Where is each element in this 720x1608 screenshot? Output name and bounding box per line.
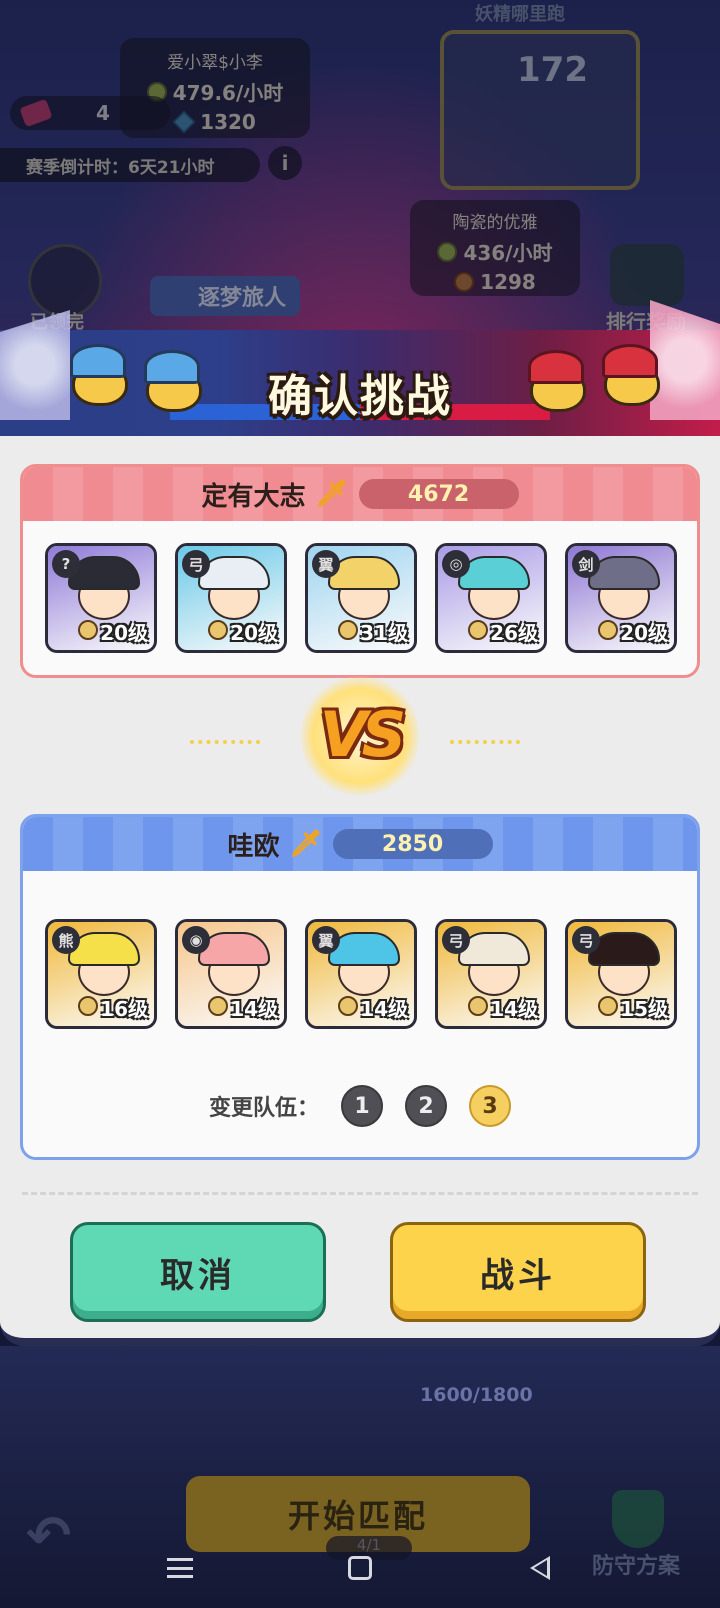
switch-team-label: 变更队伍： bbox=[208, 1096, 319, 1121]
sword-icon: 🗡 bbox=[289, 829, 323, 859]
enemy-hero-card[interactable]: ? 20级 bbox=[45, 543, 157, 653]
spiral-class-icon: ◉ bbox=[182, 926, 210, 954]
enemy-team-panel: 定有大志 🗡 4672 ? 20级 弓 20级 翼 31级 ◎ 26级 剑 20级 bbox=[20, 464, 700, 678]
menu-icon bbox=[167, 1558, 193, 1578]
hero-level: 20级 bbox=[230, 621, 278, 645]
spark-right bbox=[450, 724, 520, 744]
vs-text: VS bbox=[319, 698, 407, 771]
back-icon bbox=[530, 1556, 550, 1580]
enemy-hero-card[interactable]: 剑 20级 bbox=[565, 543, 677, 653]
enemy-team-power: 4672 bbox=[358, 479, 519, 509]
spark-left bbox=[190, 724, 260, 744]
my-hero-card[interactable]: 翼 14级 bbox=[305, 919, 417, 1029]
team-switcher: 变更队伍： 1 2 3 bbox=[23, 1085, 697, 1127]
dashed-divider bbox=[22, 1192, 698, 1195]
my-hero-card[interactable]: 弓 15级 bbox=[565, 919, 677, 1029]
home-icon bbox=[348, 1556, 372, 1580]
mage-class-icon: ◎ bbox=[442, 550, 470, 578]
confirm-challenge-dialog: 定有大志 🗡 4672 ? 20级 弓 20级 翼 31级 ◎ 26级 剑 20级 VS … bbox=[0, 436, 720, 1346]
hero-level: 16级 bbox=[100, 997, 148, 1021]
class-icon: ? bbox=[52, 550, 80, 578]
enemy-hero-card[interactable]: ◎ 26级 bbox=[435, 543, 547, 653]
team-slot-1-button[interactable]: 1 bbox=[341, 1085, 383, 1127]
bow-class-icon: 弓 bbox=[442, 926, 470, 954]
team-slot-3-button[interactable]: 3 bbox=[469, 1085, 511, 1127]
hero-level: 20级 bbox=[620, 621, 668, 645]
hero-level: 14级 bbox=[230, 997, 278, 1021]
enemy-hero-card[interactable]: 翼 31级 bbox=[305, 543, 417, 653]
enemy-hero-card[interactable]: 弓 20级 bbox=[175, 543, 287, 653]
my-hero-row: 熊 16级 ◉ 14级 翼 14级 弓 14级 弓 15级 bbox=[45, 919, 677, 1029]
my-hero-card[interactable]: ◉ 14级 bbox=[175, 919, 287, 1029]
back-nav-button[interactable] bbox=[520, 1548, 560, 1588]
my-team-panel: 哇欧 🗡 2850 熊 16级 ◉ 14级 翼 14级 弓 14级 弓 15级 变更队伍：… bbox=[20, 814, 700, 1160]
bow-class-icon: 弓 bbox=[182, 550, 210, 578]
dialog-title: 确认挑战 bbox=[268, 371, 452, 422]
hero-level: 26级 bbox=[490, 621, 538, 645]
system-nav-bar bbox=[0, 1528, 720, 1608]
hero-level: 20级 bbox=[100, 621, 148, 645]
my-team-header: 哇欧 🗡 2850 bbox=[23, 817, 697, 871]
enemy-team-header: 定有大志 🗡 4672 bbox=[23, 467, 697, 521]
cancel-button[interactable]: 取消 bbox=[70, 1222, 326, 1322]
hero-level: 14级 bbox=[360, 997, 408, 1021]
bow-class-icon: 弓 bbox=[572, 926, 600, 954]
my-team-power: 2850 bbox=[332, 829, 493, 859]
hero-level: 31级 bbox=[360, 621, 408, 645]
wing-class-icon: 翼 bbox=[312, 926, 340, 954]
my-hero-card[interactable]: 弓 14级 bbox=[435, 919, 547, 1029]
team-slot-2-button[interactable]: 2 bbox=[405, 1085, 447, 1127]
sword-class-icon: 剑 bbox=[572, 550, 600, 578]
enemy-team-name: 定有大志 bbox=[201, 481, 306, 512]
hero-level: 14级 bbox=[490, 997, 538, 1021]
my-hero-card[interactable]: 熊 16级 bbox=[45, 919, 157, 1029]
vs-icon: VS bbox=[300, 676, 420, 796]
hero-level: 15级 bbox=[620, 997, 668, 1021]
menu-nav-button[interactable] bbox=[160, 1548, 200, 1588]
fight-button[interactable]: 战斗 bbox=[390, 1222, 646, 1322]
wing-class-icon: 翼 bbox=[312, 550, 340, 578]
my-team-name: 哇欧 bbox=[227, 831, 280, 862]
sword-icon: 🗡 bbox=[315, 479, 349, 509]
bear-class-icon: 熊 bbox=[52, 926, 80, 954]
enemy-hero-row: ? 20级 弓 20级 翼 31级 ◎ 26级 剑 20级 bbox=[45, 543, 677, 653]
home-nav-button[interactable] bbox=[340, 1548, 380, 1588]
progress-text: 1600/1800 bbox=[420, 1384, 533, 1406]
